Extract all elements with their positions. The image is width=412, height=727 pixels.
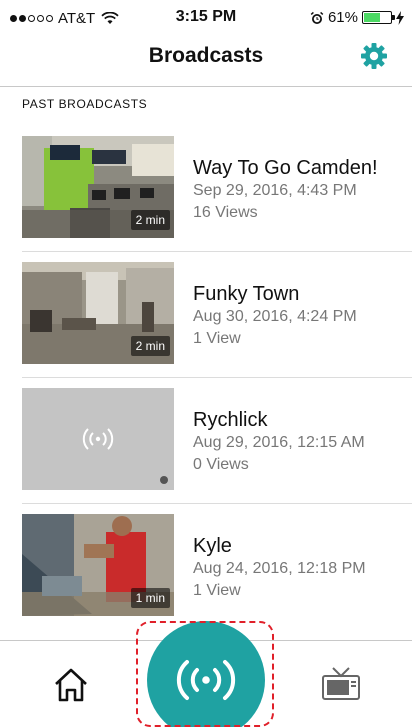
- battery-percent: 61%: [327, 9, 358, 26]
- home-tab-button[interactable]: [52, 667, 90, 703]
- broadcast-date: Aug 24, 2016, 12:18 PM: [193, 560, 366, 577]
- broadcast-thumbnail: 2 min: [22, 262, 174, 364]
- section-header: PAST BROADCASTS: [22, 97, 148, 111]
- broadcast-views: 16 Views: [193, 204, 258, 221]
- broadcast-title: Way To Go Camden!: [193, 157, 378, 179]
- tv-icon: [322, 667, 360, 700]
- broadcast-title: Kyle: [193, 535, 232, 557]
- broadcast-item[interactable]: 1 min Kyle Aug 24, 2016, 12:18 PM 1 View: [0, 504, 412, 630]
- settings-button[interactable]: [360, 42, 388, 70]
- duration-badge: 1 min: [130, 588, 170, 608]
- broadcast-placeholder-thumbnail: [22, 388, 174, 490]
- start-broadcast-button[interactable]: [147, 621, 265, 727]
- broadcast-date: Sep 29, 2016, 4:43 PM: [193, 182, 357, 199]
- broadcast-title: Rychlick: [193, 409, 268, 431]
- broadcast-icon: [82, 428, 114, 450]
- broadcast-views: 0 Views: [193, 456, 249, 473]
- page-title: Broadcasts: [148, 44, 264, 67]
- duration-badge: 2 min: [130, 336, 170, 356]
- home-icon: [55, 668, 87, 702]
- broadcast-item[interactable]: 2 min Funky Town Aug 30, 2016, 4:24 PM 1…: [0, 252, 412, 378]
- battery-icon: [362, 11, 395, 24]
- broadcast-icon: [176, 660, 236, 700]
- alarm-icon: [310, 11, 324, 24]
- broadcast-thumbnail: 1 min: [22, 514, 174, 616]
- settings-gear-icon: [361, 43, 387, 69]
- broadcast-date: Aug 29, 2016, 12:15 AM: [193, 434, 365, 451]
- broadcast-title: Funky Town: [193, 283, 300, 305]
- broadcast-date: Aug 30, 2016, 4:24 PM: [193, 308, 357, 325]
- duration-badge: 2 min: [130, 210, 170, 230]
- charging-bolt-icon: [396, 10, 404, 25]
- status-right: 61%: [310, 9, 404, 26]
- tv-tab-button[interactable]: [320, 665, 362, 703]
- broadcast-item[interactable]: Rychlick Aug 29, 2016, 12:15 AM 0 Views: [0, 378, 412, 504]
- status-bar: AT&T 3:15 PM 61%: [0, 0, 412, 36]
- status-dot: [160, 476, 168, 484]
- broadcast-thumbnail: 2 min: [22, 136, 174, 238]
- broadcast-item[interactable]: 2 min Way To Go Camden! Sep 29, 2016, 4:…: [0, 126, 412, 252]
- nav-divider: [0, 86, 412, 87]
- broadcast-views: 1 View: [193, 330, 241, 347]
- broadcast-views: 1 View: [193, 582, 241, 599]
